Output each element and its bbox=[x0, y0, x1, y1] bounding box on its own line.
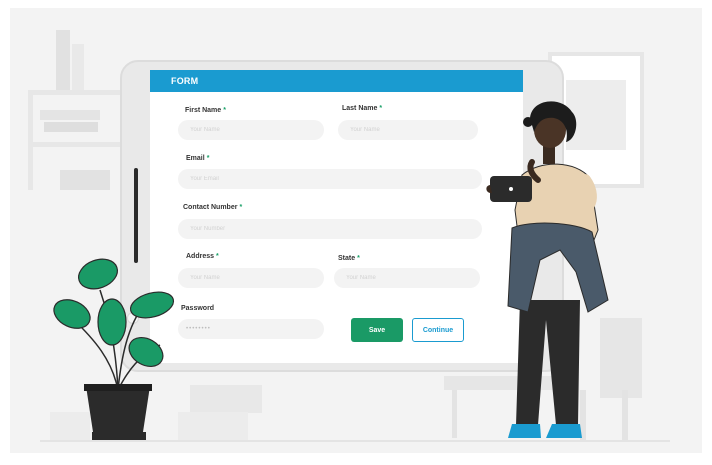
person-holding-tablet-icon bbox=[486, 101, 609, 438]
illustration-figures bbox=[53, 101, 609, 440]
potted-plant-icon bbox=[53, 258, 175, 440]
illustration-scene: FORM First Name* Last Name* Email* Conta… bbox=[0, 0, 712, 465]
